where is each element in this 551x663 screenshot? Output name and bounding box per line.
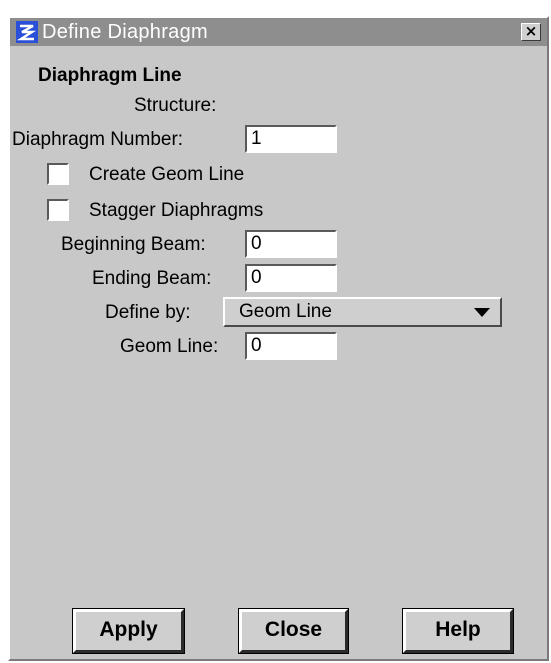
ending-beam-label: Ending Beam: [92,268,212,289]
geom-line-input[interactable]: 0 [245,332,337,360]
define-by-label: Define by: [105,302,191,323]
define-diaphragm-dialog: Define Diaphragm × Diaphragm Line Struct… [8,16,549,661]
ending-beam-input[interactable]: 0 [245,264,337,292]
beginning-beam-input[interactable]: 0 [245,230,337,258]
window-title: Define Diaphragm [42,21,208,43]
stagger-diaphragms-label: Stagger Diaphragms [89,200,264,221]
help-button[interactable]: Help [402,608,514,654]
app-logo-icon [16,21,38,43]
close-window-button[interactable]: × [521,23,541,41]
chevron-down-icon [474,308,490,317]
title-bar[interactable]: Define Diaphragm × [10,18,547,46]
diaphragm-number-input[interactable]: 1 [245,125,337,153]
apply-button[interactable]: Apply [72,608,185,654]
create-geom-line-label: Create Geom Line [89,164,245,185]
define-by-dropdown[interactable]: Geom Line [223,297,502,327]
close-icon: × [524,22,538,40]
define-by-selected-value: Geom Line [239,301,332,322]
geom-line-label: Geom Line: [120,336,219,357]
create-geom-line-checkbox[interactable] [47,163,69,185]
section-title: Diaphragm Line [38,65,182,86]
beginning-beam-label: Beginning Beam: [61,234,206,255]
diaphragm-number-label: Diaphragm Number: [12,129,184,150]
close-button[interactable]: Close [238,608,349,654]
structure-label: Structure: [134,95,217,116]
stagger-diaphragms-checkbox[interactable] [47,199,69,221]
